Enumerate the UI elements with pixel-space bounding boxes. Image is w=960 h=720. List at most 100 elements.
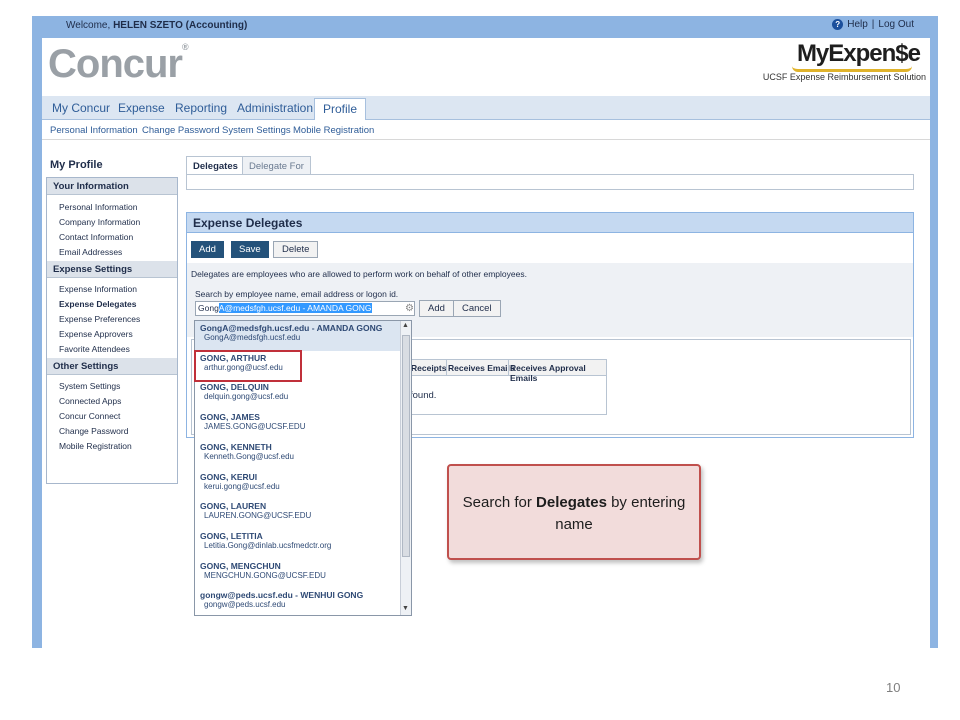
main-nav: My Concur Expense Reporting Administrati… xyxy=(42,96,930,120)
content-tabs: Delegates Delegate For xyxy=(186,156,914,190)
col-receives-approval-emails: Receives Approval Emails xyxy=(510,363,586,383)
tab-delegate-for[interactable]: Delegate For xyxy=(242,156,311,174)
sidebar-item-system-settings[interactable]: System Settings xyxy=(59,381,120,391)
col-separator xyxy=(508,360,509,376)
link-separator: | xyxy=(871,19,875,30)
sidebar-item-company-information[interactable]: Company Information xyxy=(59,217,140,227)
add-button[interactable]: Add xyxy=(191,241,224,258)
sidebar-item-expense-preferences[interactable]: Expense Preferences xyxy=(59,314,140,324)
suggestion-item[interactable]: GONG, LETITIA Letitia.Gong@dinlab.ucsfme… xyxy=(195,529,400,559)
suggestion-name: GONG, KENNETH xyxy=(200,442,272,452)
nav-tab-reporting[interactable]: Reporting xyxy=(175,101,227,115)
subnav-mobile-registration[interactable]: Mobile Registration xyxy=(293,125,374,136)
sidebar-item-favorite-attendees[interactable]: Favorite Attendees xyxy=(59,344,130,354)
my-profile-title: My Profile xyxy=(50,159,103,171)
user-name: HELEN SZETO (Accounting) xyxy=(113,20,248,31)
suggestion-item[interactable]: GongA@medsfgh.ucsf.edu - AMANDA GONG Gon… xyxy=(195,321,400,351)
suggestion-name: GONG, DELQUIN xyxy=(200,382,269,392)
sidebar-item-expense-approvers[interactable]: Expense Approvers xyxy=(59,329,133,339)
tab-panel-bar xyxy=(186,174,914,190)
concur-logo: Concur® xyxy=(48,42,189,87)
top-links: ? Help | Log Out xyxy=(832,19,914,30)
instruction-callout: Search for Delegates by entering name xyxy=(447,464,701,560)
nav-tab-my-concur[interactable]: My Concur xyxy=(52,101,110,115)
concur-logo-text: Concur xyxy=(48,42,183,86)
scroll-up-icon[interactable]: ▲ xyxy=(402,322,409,329)
suggestion-item[interactable]: GONG, JAMES JAMES.GONG@UCSF.EDU xyxy=(195,410,400,440)
col-receives-emails: Receives Emails xyxy=(448,363,515,373)
suggestion-name: GongA@medsfgh.ucsf.edu - AMANDA GONG xyxy=(200,323,383,333)
sidebar-item-mobile-registration[interactable]: Mobile Registration xyxy=(59,441,132,451)
suggestion-name: GONG, LETITIA xyxy=(200,531,263,541)
concur-logo-mark: ® xyxy=(182,42,189,52)
suggestion-item[interactable]: GONG, KERUI kerui.gong@ucsf.edu xyxy=(195,470,400,500)
logout-link[interactable]: Log Out xyxy=(878,19,914,30)
suggestion-name: GONG, KERUI xyxy=(200,472,258,482)
dropdown-scrollbar[interactable]: ▲ ▼ xyxy=(400,321,411,615)
sub-nav: Personal Information Change Password Sys… xyxy=(42,120,930,140)
sidebar-item-contact-information[interactable]: Contact Information xyxy=(59,232,133,242)
suggestion-name: GONG, JAMES xyxy=(200,412,260,422)
top-bar: Welcome, HELEN SZETO (Accounting) ? Help… xyxy=(42,16,930,38)
subnav-personal-information[interactable]: Personal Information xyxy=(50,125,138,136)
search-add-button[interactable]: Add xyxy=(419,300,454,317)
myexpense-logo: MyExpen$e xyxy=(796,40,921,67)
nav-tab-profile[interactable]: Profile xyxy=(314,98,367,120)
suggestion-email: gongw@peds.ucsf.edu xyxy=(204,600,286,609)
col-receipts: Receipts xyxy=(411,363,447,373)
suggestion-email: JAMES.GONG@UCSF.EDU xyxy=(204,422,306,431)
suggestion-email: LAUREN.GONG@UCSF.EDU xyxy=(204,511,312,520)
suggestion-email: GongA@medsfgh.ucsf.edu xyxy=(204,333,301,342)
delegates-table-header: Receipts Receives Emails Receives Approv… xyxy=(408,360,606,383)
sidebar-item-personal-information[interactable]: Personal Information xyxy=(59,202,137,212)
expense-delegates-title: Expense Delegates xyxy=(187,213,913,233)
save-button[interactable]: Save xyxy=(231,241,269,258)
suggestion-item[interactable]: GONG, DELQUIN delquin.gong@ucsf.edu xyxy=(195,380,400,410)
callout-bold: Delegates xyxy=(536,494,607,511)
suggestion-item[interactable]: GONG, MENGCHUN MENGCHUN.GONG@UCSF.EDU xyxy=(195,559,400,589)
myexpense-tagline: UCSF Expense Reimbursement Solution xyxy=(762,72,926,82)
col-separator xyxy=(446,360,447,376)
scrollbar-thumb[interactable] xyxy=(402,335,410,557)
sidebar-item-connected-apps[interactable]: Connected Apps xyxy=(59,396,121,406)
callout-pre: Search for xyxy=(462,494,537,511)
search-cancel-button[interactable]: Cancel xyxy=(453,300,501,317)
suggestion-item[interactable]: GONG, KENNETH Kenneth.Gong@ucsf.edu xyxy=(195,440,400,470)
suggestion-email: Letitia.Gong@dinlab.ucsfmedctr.org xyxy=(204,541,332,550)
suggestion-item[interactable]: GONG, LAUREN LAUREN.GONG@UCSF.EDU xyxy=(195,499,400,529)
nav-tab-expense[interactable]: Expense xyxy=(118,101,165,115)
help-link[interactable]: Help xyxy=(847,19,868,30)
slide: Welcome, HELEN SZETO (Accounting) ? Help… xyxy=(0,0,960,720)
search-selected-text: A@medsfgh.ucsf.edu - AMANDA GONG xyxy=(218,303,372,313)
callout-text: Search for Delegates by entering name xyxy=(449,492,699,536)
selection-highlight-box xyxy=(194,350,302,382)
nav-tab-administration[interactable]: Administration xyxy=(237,101,313,115)
sidebar-heading-your-information: Your Information xyxy=(47,178,177,195)
suggestion-email: Kenneth.Gong@ucsf.edu xyxy=(204,452,294,461)
subnav-change-password[interactable]: Change Password xyxy=(142,125,220,136)
delete-button[interactable]: Delete xyxy=(273,241,319,258)
delegates-description: Delegates are employees who are allowed … xyxy=(191,269,527,279)
gear-icon[interactable]: ⚙ xyxy=(405,303,414,314)
sidebar-item-change-password[interactable]: Change Password xyxy=(59,426,128,436)
subnav-system-settings[interactable]: System Settings xyxy=(222,125,291,136)
sidebar-item-concur-connect[interactable]: Concur Connect xyxy=(59,411,120,421)
suggestion-email: MENGCHUN.GONG@UCSF.EDU xyxy=(204,571,326,580)
suggestion-name: GONG, MENGCHUN xyxy=(200,561,281,571)
profile-sidebar: Your Information Personal Information Co… xyxy=(46,177,178,484)
suggestion-name: gongw@peds.ucsf.edu - WENHUI GONG xyxy=(200,590,364,600)
suggestion-item[interactable]: gongw@peds.ucsf.edu - WENHUI GONG gongw@… xyxy=(195,588,400,618)
sidebar-item-expense-delegates[interactable]: Expense Delegates xyxy=(59,299,136,309)
welcome-prefix: Welcome, xyxy=(66,20,114,31)
sidebar-item-email-addresses[interactable]: Email Addresses xyxy=(59,247,122,257)
no-delegates-message: found. xyxy=(410,390,437,401)
scroll-down-icon[interactable]: ▼ xyxy=(402,605,409,612)
employee-search-input[interactable]: GongA@medsfgh.ucsf.edu - AMANDA GONG xyxy=(195,301,415,316)
help-icon[interactable]: ? xyxy=(832,19,844,30)
tab-delegates[interactable]: Delegates xyxy=(186,156,245,174)
search-label: Search by employee name, email address o… xyxy=(195,289,399,299)
search-typed-text: Gong xyxy=(198,303,219,313)
suggestion-name: GONG, LAUREN xyxy=(200,501,267,511)
welcome-text: Welcome, HELEN SZETO (Accounting) xyxy=(66,20,247,31)
sidebar-item-expense-information[interactable]: Expense Information xyxy=(59,284,137,294)
